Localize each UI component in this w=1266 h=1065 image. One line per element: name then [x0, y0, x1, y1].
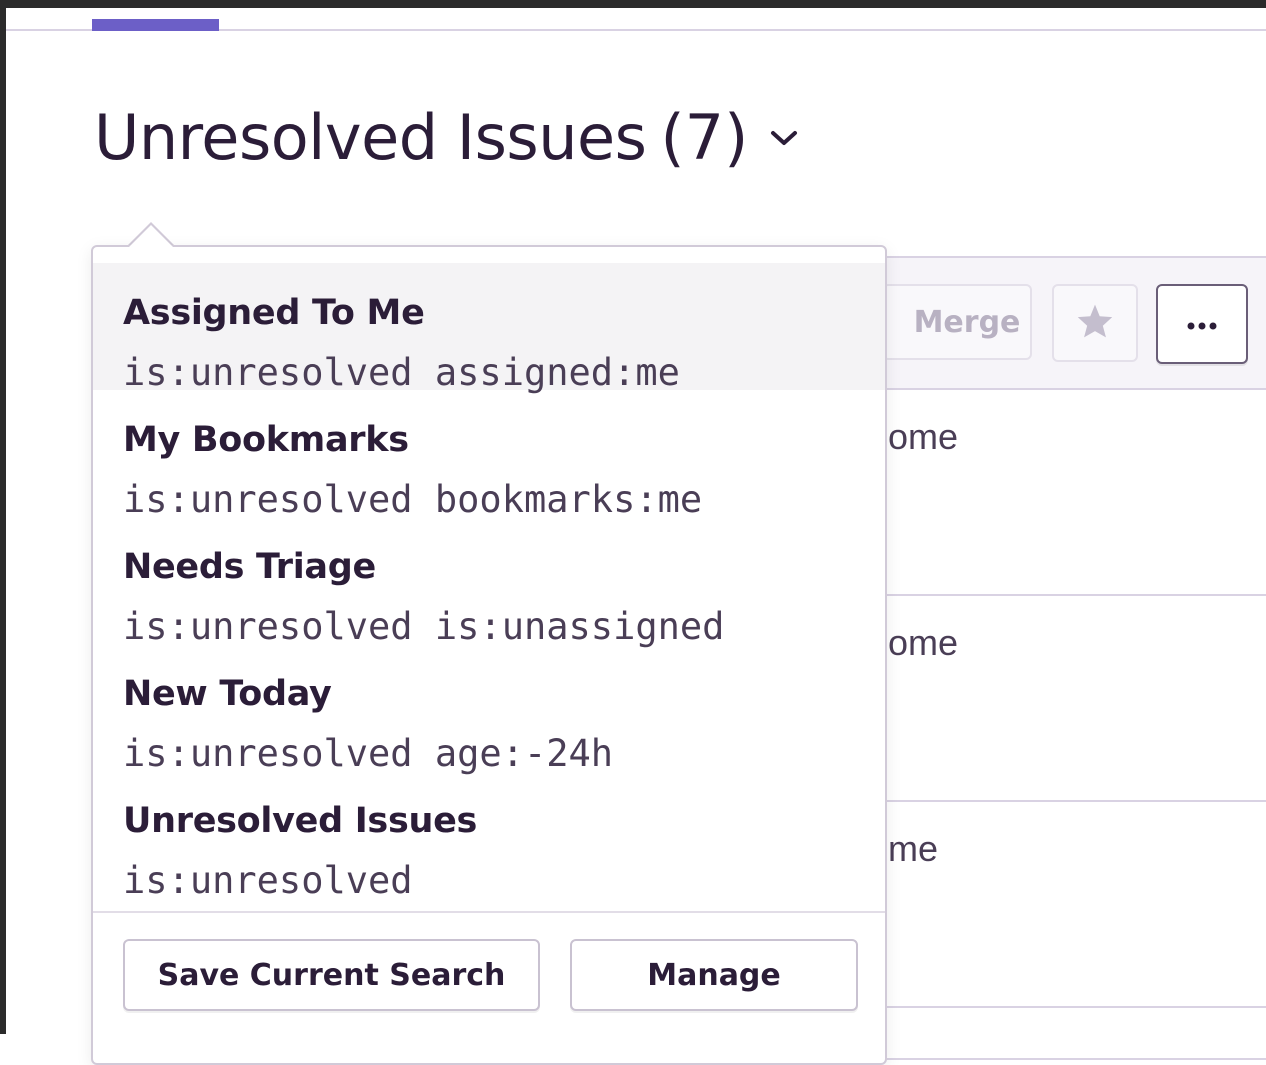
bookmark-button[interactable] — [1052, 284, 1138, 362]
issues-toolbar: Merge — [882, 258, 1266, 390]
saved-search-name: New Today — [123, 674, 332, 714]
window-frame-left — [0, 0, 6, 1034]
issue-row-text: ome — [888, 416, 959, 457]
issue-row[interactable]: ome — [882, 596, 1266, 802]
active-tab-indicator[interactable] — [92, 19, 219, 31]
chevron-down-icon[interactable] — [770, 129, 798, 151]
issue-row-text: me — [888, 828, 939, 869]
page-title[interactable]: Unresolved Issues (7) — [94, 98, 798, 178]
ellipsis-icon — [1187, 315, 1217, 334]
issue-row[interactable]: me — [882, 802, 1266, 1008]
manage-button[interactable]: Manage — [570, 939, 858, 1011]
saved-search-query: is:unresolved assigned:me — [123, 351, 680, 394]
merge-button[interactable]: Merge — [882, 284, 1032, 360]
dropdown-footer: Save Current Search Manage — [93, 911, 885, 1063]
saved-search-query: is:unresolved — [123, 859, 413, 902]
saved-search-name: My Bookmarks — [123, 420, 409, 460]
saved-search-item[interactable]: Needs Triage is:unresolved is:unassigned — [93, 517, 885, 648]
saved-search-name: Unresolved Issues — [123, 801, 478, 841]
saved-search-query: is:unresolved is:unassigned — [123, 605, 725, 648]
issue-count: (7) — [660, 101, 749, 174]
saved-search-name: Needs Triage — [123, 547, 376, 587]
star-icon — [1076, 303, 1114, 343]
saved-searches-dropdown: Assigned To Me is:unresolved assigned:me… — [91, 245, 887, 1065]
issues-panel: Merge ome ome me — [880, 256, 1266, 1060]
saved-search-item[interactable]: Assigned To Me is:unresolved assigned:me — [93, 263, 885, 394]
saved-search-item[interactable]: My Bookmarks is:unresolved bookmarks:me — [93, 390, 885, 521]
issue-row[interactable]: ome — [882, 390, 1266, 596]
window-frame-top — [0, 0, 1266, 8]
issue-row-text: ome — [888, 622, 959, 663]
dropdown-caret-fill — [129, 225, 173, 247]
saved-search-item[interactable]: New Today is:unresolved age:-24h — [93, 644, 885, 775]
saved-search-query: is:unresolved age:-24h — [123, 732, 614, 775]
saved-search-query: is:unresolved bookmarks:me — [123, 478, 703, 521]
saved-search-item[interactable]: Unresolved Issues is:unresolved — [93, 771, 885, 902]
save-current-search-button[interactable]: Save Current Search — [123, 939, 540, 1011]
more-actions-button[interactable] — [1156, 284, 1248, 364]
saved-search-name: Assigned To Me — [123, 293, 425, 333]
page-title-text: Unresolved Issues — [94, 101, 647, 174]
